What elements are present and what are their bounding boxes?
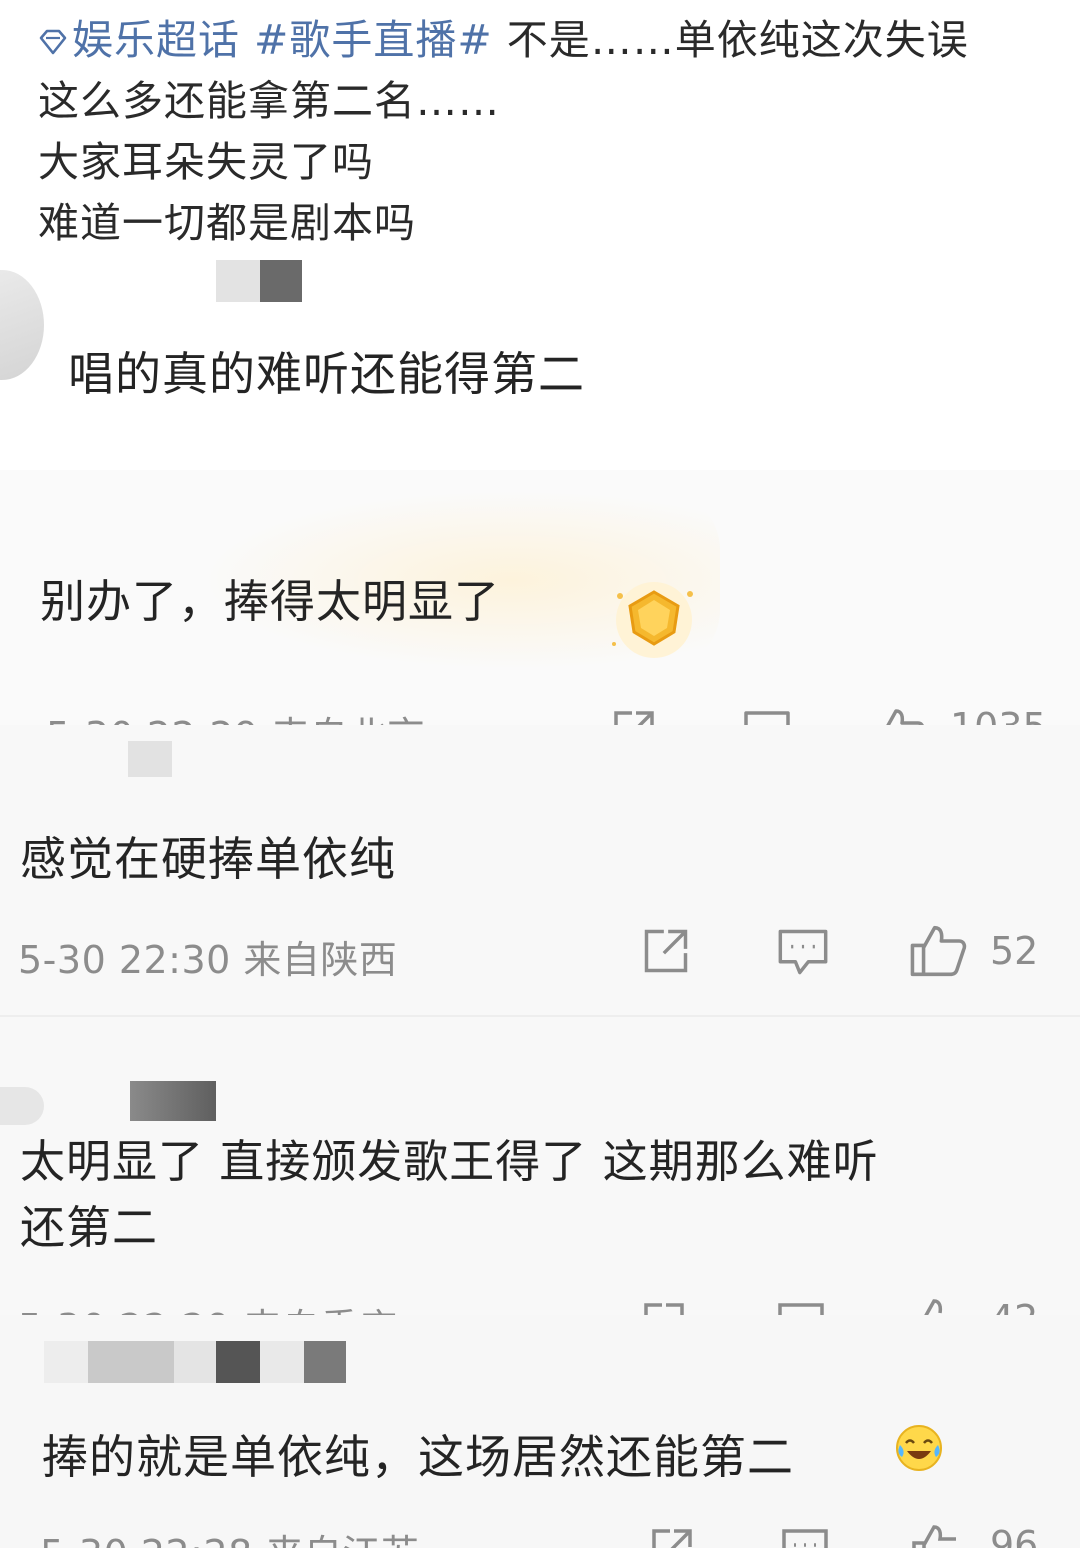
cut-off-meta-row: 5-30 22:28 来自江苏 96 [0,1523,1080,1548]
comment-meta: 5-30 22:30 来自陕西 [18,938,398,982]
cut-off-meta-row: 5-30 22:29 来自北京 1035 [0,705,1080,725]
hashtag-link[interactable]: #歌手直播# [254,16,493,64]
share-icon[interactable] [640,1299,688,1315]
username-mosaic [174,1341,216,1383]
cut-off-meta-row: 5-30 22:29 来自重庆 42 [0,1297,1080,1315]
avatar[interactable] [0,1087,44,1125]
comment-text: 唱的真的难听还能得第二 [68,347,585,401]
post-body: 娱乐超话 #歌手直播# 不是……单依纯这次失误 这么多还能拿第二名…… 大家耳朵… [0,0,1080,250]
like-icon[interactable] [908,923,968,979]
like-icon[interactable] [910,1297,964,1315]
like-icon[interactable] [872,707,926,725]
post-line-4: 难道一切都是剧本吗 [38,199,416,247]
username-mosaic [304,1341,346,1383]
like-count: 42 [990,1297,1038,1315]
username-mosaic [44,1341,88,1383]
post-line-2: 这么多还能拿第二名…… [38,77,500,125]
comment-item: 唱的真的难听还能得第二 [0,250,1080,470]
comment-item: 捧的就是单依纯，这场居然还能第二 5-30 22:28 来自江苏 96 [0,1315,1080,1548]
comment-text: 别办了，捧得太明显了 [40,575,501,628]
username-mosaic [88,1341,174,1383]
topic-link[interactable]: 娱乐超话 [38,16,254,64]
super-topic-diamond-icon [39,29,67,55]
username-mosaic [128,741,172,777]
like-count: 52 [990,929,1039,973]
comment-icon[interactable] [780,1527,830,1548]
share-icon[interactable] [610,707,658,725]
comment-meta: 5-30 22:29 来自北京 [46,705,425,725]
comment-line-2: 还第二 [20,1201,159,1254]
comment-item: 感觉在硬捧单依纯 5-30 22:30 来自陕西 52 [0,725,1080,1015]
like-count: 1035 [950,705,1047,725]
username-mosaic [260,260,302,302]
comment-icon[interactable] [742,709,792,725]
username-mosaic [130,1081,216,1121]
comment-item: 别办了，捧得太明显了 5-30 22:29 来自北京 1035 [0,470,1080,725]
post-line-3: 大家耳朵失灵了吗 [38,138,374,186]
laugh-cry-emoji-icon [896,1425,942,1471]
username-mosaic [216,1341,260,1383]
like-count: 96 [990,1523,1039,1548]
post-line-1: 不是……单依纯这次失误 [492,16,969,64]
comment-text: 捧的就是单依纯，这场居然还能第二 [42,1430,794,1484]
comment-item: 太明显了 直接颁发歌王得了 这期那么难听 还第二 5-30 22:29 来自重庆… [0,1015,1080,1317]
comment-meta: 5-30 22:28 来自江苏 [40,1523,419,1548]
topic-label: 娱乐超话 [72,16,240,64]
comment-line-1: 太明显了 直接颁发歌王得了 这期那么难听 [20,1135,879,1188]
comment-text: 感觉在硬捧单依纯 [20,832,396,886]
share-icon[interactable] [648,1525,696,1548]
comment-icon[interactable] [776,927,830,977]
username-mosaic [216,260,260,302]
comment-icon[interactable] [776,1301,826,1315]
comment-text: 太明显了 直接颁发歌王得了 这期那么难听 还第二 [20,1129,879,1261]
gold-badge-icon [612,582,693,658]
share-icon[interactable] [640,925,692,977]
post-text: 娱乐超话 #歌手直播# 不是……单依纯这次失误 这么多还能拿第二名…… 大家耳朵… [38,10,969,250]
username-mosaic [260,1341,304,1383]
like-icon[interactable] [910,1523,964,1548]
comment-meta: 5-30 22:29 来自重庆 [18,1297,397,1315]
avatar[interactable] [0,270,44,380]
